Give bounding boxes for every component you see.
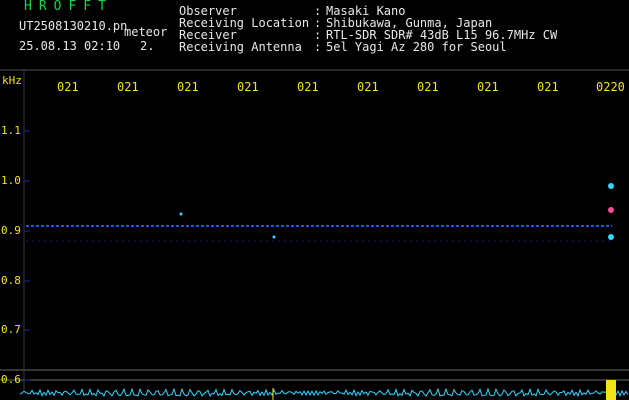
time-tick: 021 bbox=[357, 80, 379, 94]
amplitude-baseline bbox=[19, 380, 629, 400]
time-tick: 021 bbox=[477, 80, 499, 94]
meteor-echoes bbox=[179, 183, 614, 240]
time-tick: 0220 bbox=[596, 80, 625, 94]
time-tick: 021 bbox=[177, 80, 199, 94]
freq-tick: 0.6 bbox=[1, 373, 21, 386]
meteor-echo bbox=[179, 212, 183, 216]
time-tick: 021 bbox=[117, 80, 139, 94]
unit-label: kHz bbox=[2, 74, 22, 87]
freq-tick: 1.1 bbox=[1, 124, 21, 137]
time-tick: 021 bbox=[537, 80, 559, 94]
signal-trace bbox=[26, 225, 612, 242]
amplitude-line bbox=[19, 387, 629, 398]
freq-tick: 0.9 bbox=[1, 224, 21, 237]
time-tick: 021 bbox=[237, 80, 259, 94]
meteor-echo bbox=[272, 235, 276, 239]
amplitude-peak bbox=[606, 380, 616, 400]
time-tick: 021 bbox=[297, 80, 319, 94]
time-tick: 021 bbox=[57, 80, 79, 94]
freq-tick: 0.8 bbox=[1, 274, 21, 287]
grid-lines bbox=[0, 69, 629, 390]
meteor-echo bbox=[608, 234, 614, 240]
freq-tick: 1.0 bbox=[1, 174, 21, 187]
meteor-echo bbox=[608, 207, 614, 213]
time-tick: 021 bbox=[417, 80, 439, 94]
freq-tick: 0.7 bbox=[1, 323, 21, 336]
meteor-echo bbox=[608, 183, 614, 189]
spectrogram-plot bbox=[0, 69, 629, 400]
